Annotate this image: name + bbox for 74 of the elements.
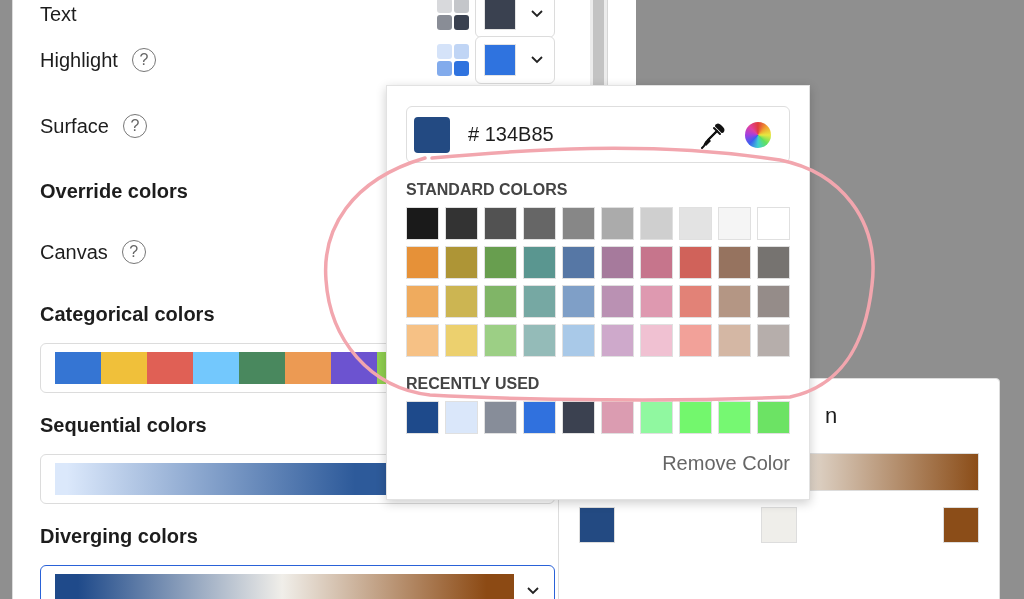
chevron-down-icon: [530, 55, 544, 65]
chevron-down-icon: [526, 586, 540, 596]
color-swatch[interactable]: [406, 401, 439, 434]
setting-label: Surface: [40, 114, 109, 138]
color-swatch[interactable]: [484, 324, 517, 357]
color-swatch[interactable]: [757, 401, 790, 434]
color-swatch[interactable]: [445, 324, 478, 357]
color-swatch[interactable]: [601, 401, 634, 434]
color-swatch[interactable]: [484, 285, 517, 318]
color-swatch[interactable]: [679, 401, 712, 434]
color-swatch[interactable]: [445, 285, 478, 318]
color-swatch[interactable]: [562, 401, 595, 434]
color-swatch[interactable]: [757, 285, 790, 318]
color-swatch[interactable]: [601, 207, 634, 240]
color-swatch[interactable]: [601, 285, 634, 318]
color-stop-swatch[interactable]: [761, 507, 797, 543]
color-wheel-icon[interactable]: [745, 121, 771, 148]
color-swatch[interactable]: [718, 324, 751, 357]
color-stop-swatch[interactable]: [943, 507, 979, 543]
section-label: RECENTLY USED: [406, 375, 540, 392]
color-stop-swatch[interactable]: [579, 507, 615, 543]
remove-color-link[interactable]: Remove Color: [662, 452, 790, 475]
color-swatch[interactable]: [406, 285, 439, 318]
color-swatch[interactable]: [757, 246, 790, 279]
hex-input-field[interactable]: # 134B85: [406, 106, 790, 163]
setting-label: Canvas: [40, 240, 108, 264]
setting-label: Text: [40, 2, 77, 26]
color-swatch[interactable]: [406, 324, 439, 357]
shades-icon: [437, 44, 469, 76]
color-swatch[interactable]: [523, 401, 556, 434]
color-swatch[interactable]: [601, 324, 634, 357]
color-swatch[interactable]: [445, 246, 478, 279]
color-swatch[interactable]: [640, 401, 673, 434]
color-dropdown[interactable]: [475, 36, 555, 84]
section-label: STANDARD COLORS: [406, 181, 568, 198]
color-swatch[interactable]: [562, 324, 595, 357]
setting-label: Highlight: [40, 48, 118, 72]
color-swatch[interactable]: [640, 207, 673, 240]
color-swatch[interactable]: [757, 207, 790, 240]
color-swatch[interactable]: [484, 401, 517, 434]
color-swatch[interactable]: [484, 246, 517, 279]
color-dropdown[interactable]: [475, 0, 555, 38]
color-swatch[interactable]: [679, 324, 712, 357]
color-swatch[interactable]: [523, 246, 556, 279]
color-swatch[interactable]: [718, 207, 751, 240]
color-swatch[interactable]: [523, 207, 556, 240]
color-swatch[interactable]: [718, 246, 751, 279]
section-heading: Sequential colors: [40, 414, 207, 436]
color-swatch[interactable]: [523, 285, 556, 318]
color-swatch[interactable]: [523, 324, 556, 357]
color-swatch[interactable]: [562, 207, 595, 240]
color-swatch[interactable]: [562, 246, 595, 279]
color-swatch[interactable]: [679, 207, 712, 240]
color-swatch[interactable]: [601, 246, 634, 279]
color-swatch[interactable]: [640, 324, 673, 357]
color-swatch[interactable]: [757, 324, 790, 357]
color-swatch[interactable]: [718, 401, 751, 434]
color-swatch[interactable]: [718, 285, 751, 318]
section-heading: Diverging colors: [40, 525, 198, 547]
section-heading: Override colors: [40, 179, 188, 203]
color-swatch[interactable]: [679, 246, 712, 279]
color-swatch[interactable]: [679, 285, 712, 318]
color-swatch[interactable]: [445, 401, 478, 434]
color-swatch[interactable]: [484, 207, 517, 240]
shades-icon: [437, 0, 469, 30]
color-swatch[interactable]: [445, 207, 478, 240]
color-swatch[interactable]: [406, 207, 439, 240]
color-swatch[interactable]: [640, 285, 673, 318]
section-heading: Categorical colors: [40, 303, 215, 325]
color-swatch[interactable]: [406, 246, 439, 279]
panel-heading: n: [825, 403, 838, 428]
color-swatch[interactable]: [640, 246, 673, 279]
color-swatch[interactable]: [562, 285, 595, 318]
chevron-down-icon: [530, 9, 544, 19]
